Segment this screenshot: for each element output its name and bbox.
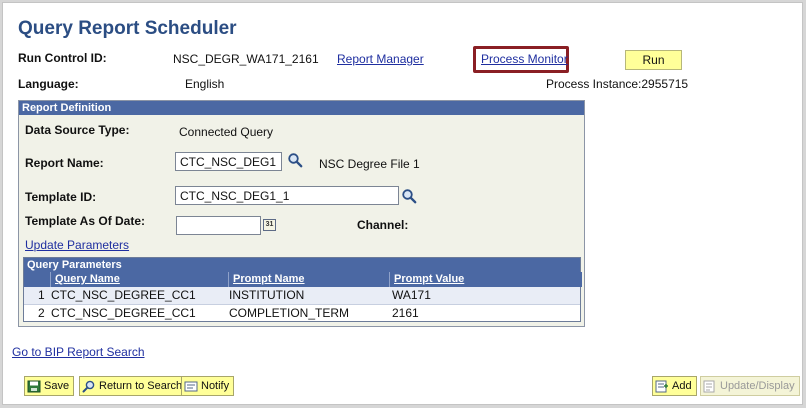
prompt-name-cell: INSTITUTION xyxy=(229,288,305,302)
data-source-label: Data Source Type: xyxy=(25,123,130,137)
row-number-column-header xyxy=(24,272,50,287)
column-header-query-name[interactable]: Query Name xyxy=(50,272,228,287)
column-header-prompt-name[interactable]: Prompt Name xyxy=(228,272,389,287)
template-id-label: Template ID: xyxy=(25,190,97,204)
save-label: Save xyxy=(44,380,70,392)
process-monitor-link[interactable]: Process Monitor xyxy=(481,52,568,66)
process-instance: Process Instance:2955715 xyxy=(546,77,689,91)
run-button[interactable]: Run xyxy=(625,50,682,70)
table-row[interactable]: 2 CTC_NSC_DEGREE_CC1 COMPLETION_TERM 216… xyxy=(24,304,580,321)
report-name-label: Report Name: xyxy=(25,156,104,170)
bip-report-search-link[interactable]: Go to BIP Report Search xyxy=(12,345,145,359)
report-definition-section: Report Definition Data Source Type: Conn… xyxy=(18,100,585,327)
add-icon xyxy=(655,380,668,392)
prompt-value-cell: 2161 xyxy=(392,306,419,320)
notify-label: Notify xyxy=(201,380,230,392)
calendar-icon[interactable]: 31 xyxy=(263,219,276,231)
update-display-icon xyxy=(703,380,715,392)
notify-button[interactable]: Notify xyxy=(181,376,235,396)
template-id-lookup-icon[interactable] xyxy=(401,188,417,204)
template-date-label: Template As Of Date: xyxy=(25,214,146,228)
search-icon xyxy=(82,380,95,392)
template-date-input[interactable] xyxy=(176,216,261,235)
page: Query Report Scheduler Run Control ID: N… xyxy=(0,0,806,408)
column-header-prompt-value[interactable]: Prompt Value xyxy=(389,272,582,287)
add-button[interactable]: Add xyxy=(652,376,697,396)
template-id-input[interactable]: CTC_NSC_DEG1_1 xyxy=(175,186,399,205)
language-label: Language: xyxy=(18,77,79,91)
table-row[interactable]: 1 CTC_NSC_DEGREE_CC1 INSTITUTION WA171 xyxy=(24,287,580,304)
save-button[interactable]: Save xyxy=(24,376,75,396)
run-control-value: NSC_DEGR_WA171_2161 xyxy=(173,52,319,66)
return-to-search-button[interactable]: Return to Search xyxy=(79,376,188,396)
query-parameters-grid: Query Parameters Query Name Prompt Name … xyxy=(23,257,582,322)
row-number: 1 xyxy=(38,288,45,302)
data-source-value: Connected Query xyxy=(179,125,274,139)
prompt-value-cell: WA171 xyxy=(392,288,431,302)
update-parameters-link[interactable]: Update Parameters xyxy=(25,238,129,252)
report-name-description: NSC Degree File 1 xyxy=(319,157,420,171)
report-manager-link[interactable]: Report Manager xyxy=(337,52,424,66)
update-display-button[interactable]: Update/Display xyxy=(700,376,800,396)
notify-icon xyxy=(184,381,198,391)
language-value: English xyxy=(185,77,225,91)
main-panel: Query Report Scheduler Run Control ID: N… xyxy=(2,2,803,405)
channel-label: Channel: xyxy=(357,218,409,232)
report-name-lookup-icon[interactable] xyxy=(287,152,303,168)
return-to-search-label: Return to Search xyxy=(99,380,183,392)
query-parameters-header: Query Parameters xyxy=(24,258,580,272)
query-name-cell: CTC_NSC_DEGREE_CC1 xyxy=(51,306,196,320)
run-control-label: Run Control ID: xyxy=(18,51,107,65)
report-name-input[interactable]: CTC_NSC_DEG1 xyxy=(175,152,282,171)
update-display-label: Update/Display xyxy=(720,380,795,392)
page-title: Query Report Scheduler xyxy=(18,18,237,39)
query-name-cell: CTC_NSC_DEGREE_CC1 xyxy=(51,288,196,302)
save-icon xyxy=(27,380,41,392)
add-label: Add xyxy=(672,380,692,392)
report-definition-header: Report Definition xyxy=(19,101,584,115)
prompt-name-cell: COMPLETION_TERM xyxy=(229,306,350,320)
row-number: 2 xyxy=(38,306,45,320)
